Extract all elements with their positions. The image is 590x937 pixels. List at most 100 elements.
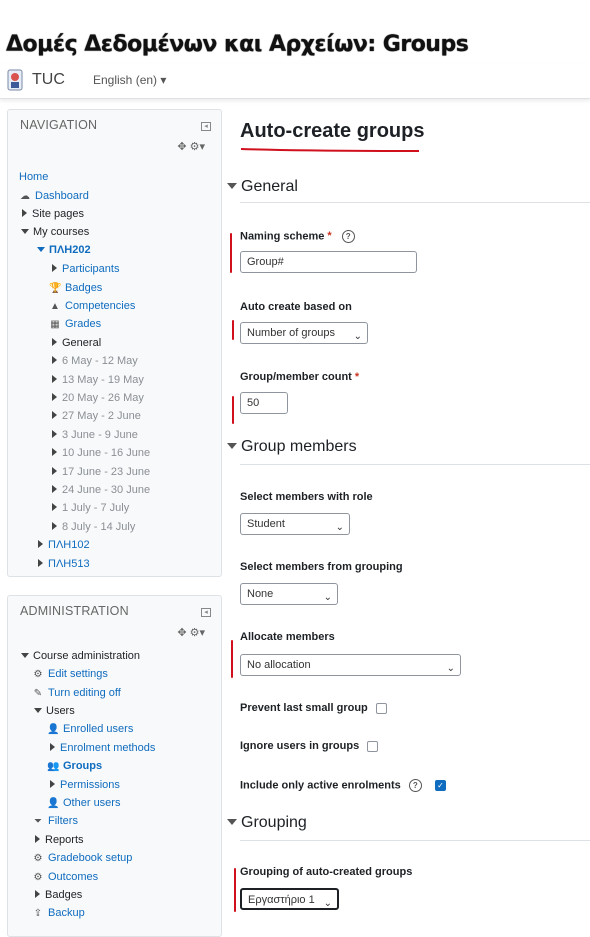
expand-icon[interactable]	[35, 890, 40, 898]
admin-enrolment-methods[interactable]: Enrolment methods	[47, 740, 155, 756]
grouping-of-groups-select[interactable]: Εργαστήριο 1 ⌄	[240, 888, 339, 910]
item-icon: 🏆	[49, 283, 62, 294]
item-label: Outcomes	[48, 871, 99, 883]
collapse-icon[interactable]	[34, 708, 42, 714]
admin-turn-editing-off[interactable]: ✎ Turn editing off	[32, 685, 121, 701]
nav-week[interactable]: 20 May - 26 May	[49, 390, 144, 406]
expand-icon[interactable]	[38, 540, 43, 548]
allocate-members-select[interactable]: No allocation ⌄	[240, 654, 461, 676]
admin-backup[interactable]: ⇪ Backup	[32, 905, 85, 921]
main-content: Auto-create groups General Naming scheme…	[226, 100, 590, 922]
nav-course-pli102[interactable]: ΠΛΗ102	[35, 537, 90, 553]
item-label: 10 June - 16 June	[62, 447, 151, 459]
nav-week[interactable]: 13 May - 19 May	[49, 372, 144, 388]
nav-site-pages[interactable]: Site pages	[19, 206, 84, 222]
expand-icon[interactable]	[52, 264, 57, 272]
expand-icon[interactable]	[22, 209, 27, 217]
item-label: Home	[19, 171, 49, 183]
item-label: Groups	[63, 760, 103, 772]
expand-icon[interactable]	[52, 485, 57, 493]
nav-week[interactable]: 8 July - 14 July	[49, 519, 135, 535]
expand-icon[interactable]	[38, 559, 43, 567]
nav-week[interactable]: 24 June - 30 June	[49, 482, 150, 498]
nav-dashboard[interactable]: ☁ Dashboard	[19, 188, 89, 204]
naming-scheme-input[interactable]: Group#	[240, 251, 417, 273]
expand-icon[interactable]	[52, 448, 57, 456]
allocate-members-label: Allocate members	[240, 631, 335, 643]
language-menu[interactable]: English (en) ▾	[93, 73, 166, 87]
site-name[interactable]: TUC	[32, 71, 65, 89]
expand-icon[interactable]	[52, 411, 57, 419]
collapse-icon[interactable]	[37, 247, 45, 253]
chevron-down-icon: ⌄	[446, 663, 455, 674]
include-active-enrolments-checkbox[interactable]: ✓	[435, 780, 446, 791]
expand-icon[interactable]	[52, 430, 57, 438]
select-role-select[interactable]: Student ⌄	[240, 513, 350, 535]
group-member-count-input[interactable]: 50	[240, 392, 288, 414]
nav-week[interactable]: 27 May - 2 June	[49, 408, 141, 424]
expand-icon[interactable]	[50, 780, 55, 788]
expand-icon[interactable]	[52, 375, 57, 383]
language-label: English (en)	[93, 73, 158, 87]
nav-competencies[interactable]: ▲ Competencies	[49, 298, 135, 314]
select-grouping-select[interactable]: None ⌄	[240, 583, 338, 605]
admin-users[interactable]: Users	[32, 703, 75, 719]
nav-participants[interactable]: Participants	[49, 261, 119, 277]
select-role-label: Select members with role	[240, 491, 373, 503]
prevent-last-small-group-checkbox[interactable]	[376, 703, 387, 714]
collapse-icon[interactable]	[21, 229, 29, 235]
nav-home[interactable]: Home	[19, 169, 48, 185]
dock-block-icon[interactable]: ◂	[201, 122, 211, 131]
nav-general[interactable]: General	[49, 335, 101, 351]
prevent-last-small-group-label: Prevent last small group	[240, 702, 368, 714]
item-label: Competencies	[65, 300, 136, 312]
nav-week[interactable]: 10 June - 16 June	[49, 445, 150, 461]
expand-icon[interactable]	[52, 522, 57, 530]
collapse-icon[interactable]	[21, 653, 29, 659]
chevron-down-icon: ⌄	[323, 898, 332, 909]
site-logo-icon[interactable]	[7, 68, 23, 92]
nav-course-pli202[interactable]: ΠΛΗ202	[35, 242, 91, 258]
admin-outcomes[interactable]: ⚙ Outcomes	[32, 869, 99, 885]
expand-icon[interactable]	[52, 467, 57, 475]
expand-icon[interactable]	[52, 393, 57, 401]
nav-week[interactable]: 6 May - 12 May	[49, 353, 138, 369]
help-icon[interactable]: ?	[408, 779, 422, 792]
admin-other-users[interactable]: 👤 Other users	[47, 795, 120, 811]
expand-icon[interactable]	[52, 503, 57, 511]
admin-badges[interactable]: Badges	[32, 887, 82, 903]
admin-reports[interactable]: Reports	[32, 832, 84, 848]
auto-create-based-on-select[interactable]: Number of groups ⌄	[240, 322, 368, 344]
section-grouping[interactable]: Grouping	[226, 814, 307, 832]
nav-grades[interactable]: ▦ Grades	[49, 316, 101, 332]
ignore-users-in-groups-checkbox[interactable]	[367, 741, 378, 752]
block-actions-icon[interactable]: ✥ ⚙▾	[177, 626, 205, 639]
expand-icon[interactable]	[52, 356, 57, 364]
nav-week[interactable]: 3 June - 9 June	[49, 427, 138, 443]
nav-week[interactable]: 1 July - 7 July	[49, 500, 129, 516]
chevron-down-icon: ⌄	[335, 522, 344, 533]
section-general[interactable]: General	[226, 178, 298, 196]
section-group-members[interactable]: Group members	[226, 438, 357, 456]
nav-badges[interactable]: 🏆 Badges	[49, 280, 102, 296]
annotation-underline	[241, 148, 419, 152]
block-actions-icon[interactable]: ✥ ⚙▾	[177, 140, 205, 153]
nav-week[interactable]: 17 June - 23 June	[49, 464, 150, 480]
item-label: Course administration	[33, 650, 140, 662]
admin-filters[interactable]: ⏷ Filters	[32, 813, 78, 829]
admin-edit-settings[interactable]: ⚙ Edit settings	[32, 666, 108, 682]
admin-permissions[interactable]: Permissions	[47, 777, 120, 793]
dock-block-icon[interactable]: ◂	[201, 608, 211, 617]
admin-gradebook-setup[interactable]: ⚙ Gradebook setup	[32, 850, 133, 866]
item-label: Filters	[48, 815, 78, 827]
admin-course-administration[interactable]: Course administration	[19, 648, 140, 664]
expand-icon[interactable]	[50, 743, 55, 751]
admin-groups[interactable]: 👥 Groups	[47, 758, 102, 774]
item-icon: ▦	[50, 319, 60, 330]
help-icon[interactable]: ?	[341, 230, 355, 243]
expand-icon[interactable]	[52, 338, 57, 346]
admin-enrolled-users[interactable]: 👤 Enrolled users	[47, 721, 133, 737]
expand-icon[interactable]	[35, 835, 40, 843]
nav-my-courses[interactable]: My courses	[19, 224, 89, 240]
nav-course-pli513[interactable]: ΠΛΗ513	[35, 556, 90, 572]
